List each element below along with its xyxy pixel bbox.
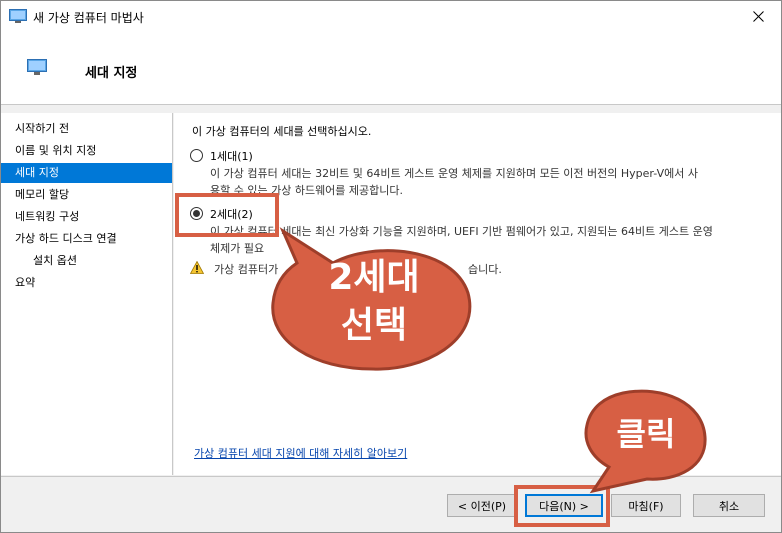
gen1-description: 이 가상 컴퓨터 세대는 32비트 및 64비트 게스트 운영 체제를 지원하며… xyxy=(210,165,770,199)
intro-text: 이 가상 컴퓨터의 세대를 선택하십시오. xyxy=(192,125,372,138)
callout-click-text: 클릭 xyxy=(616,415,676,453)
nav-item-specify-generation[interactable]: 세대 지정 xyxy=(1,163,172,183)
learn-more-link[interactable]: 가상 컴퓨터 세대 지원에 대해 자세히 알아보기 xyxy=(194,445,407,461)
gen1-radio[interactable] xyxy=(190,149,203,162)
nav-item-before-you-begin[interactable]: 시작하기 전 xyxy=(1,119,172,139)
title-bar: 새 가상 컴퓨터 마법사 xyxy=(1,1,781,31)
nav-item-virtual-disk[interactable]: 가상 하드 디스크 연결 xyxy=(1,229,172,249)
virtual-machine-icon xyxy=(9,9,27,23)
close-icon xyxy=(752,10,764,22)
virtual-machine-icon xyxy=(27,59,47,75)
gen1-desc-line2: 용할 수 있는 가상 하드웨어를 제공합니다. xyxy=(210,184,404,197)
cancel-button[interactable]: 취소 xyxy=(693,494,765,517)
nav-item-install-options[interactable]: 설치 옵션 xyxy=(1,251,172,271)
finish-button[interactable]: 마침(F) xyxy=(611,494,681,517)
nav-item-summary[interactable]: 요약 xyxy=(1,273,172,293)
gen1-desc-line1: 이 가상 컴퓨터 세대는 32비트 및 64비트 게스트 운영 체제를 지원하며… xyxy=(210,167,698,180)
previous-button[interactable]: < 이전(P) xyxy=(447,494,517,517)
wizard-steps-nav: 시작하기 전 이름 및 위치 지정 세대 지정 메모리 할당 네트워킹 구성 가… xyxy=(1,113,173,475)
callout-gen2-text: 2세대 xyxy=(328,257,420,298)
wizard-header: 세대 지정 xyxy=(1,31,781,105)
gen1-label[interactable]: 1세대(1) xyxy=(210,148,253,164)
window-title: 새 가상 컴퓨터 마법사 xyxy=(33,11,144,25)
nav-item-assign-memory[interactable]: 메모리 할당 xyxy=(1,185,172,205)
warning-icon xyxy=(190,261,204,274)
callout-select-text: 선택 xyxy=(340,305,408,346)
nav-item-networking[interactable]: 네트워킹 구성 xyxy=(1,207,172,227)
nav-item-name-location[interactable]: 이름 및 위치 지정 xyxy=(1,141,172,161)
close-button[interactable] xyxy=(735,1,781,31)
wizard-window: 새 가상 컴퓨터 마법사 세대 지정 시작하기 전 이름 및 위치 지정 세대 … xyxy=(0,0,782,533)
page-title: 세대 지정 xyxy=(85,66,138,81)
